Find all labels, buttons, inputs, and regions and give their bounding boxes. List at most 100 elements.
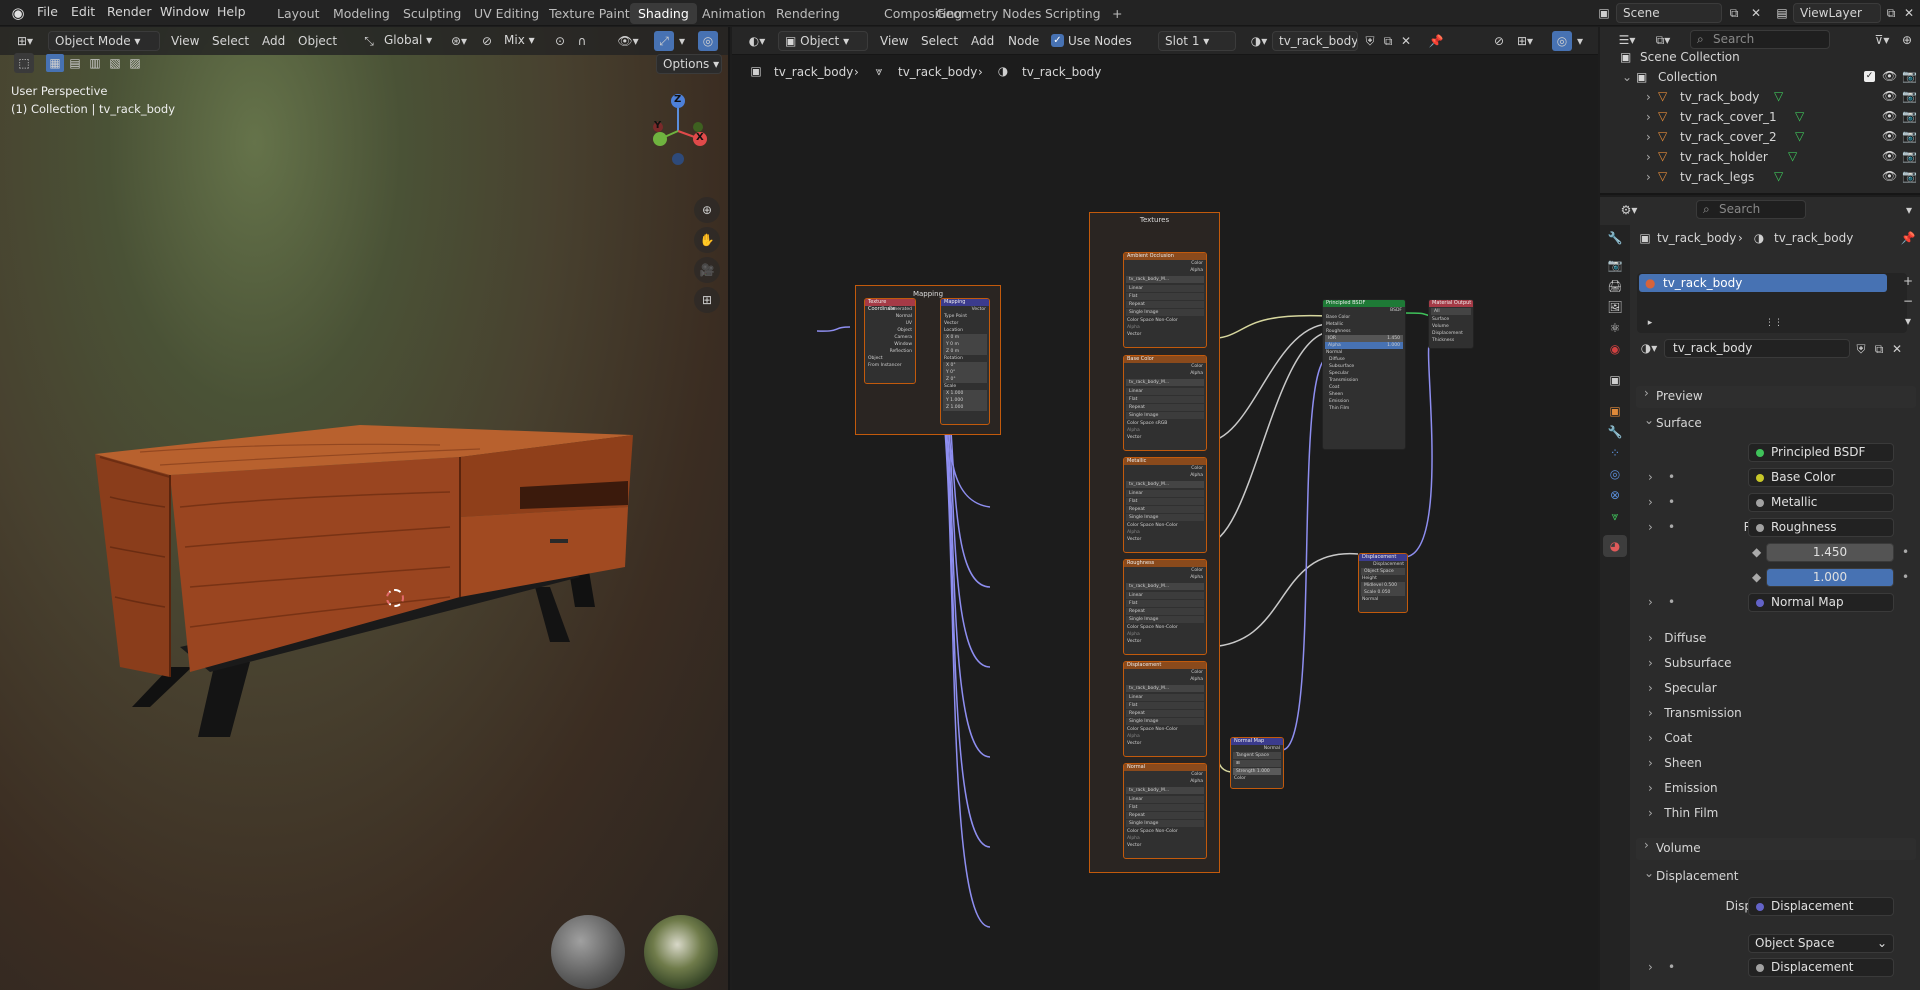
alpha-field[interactable]: 1.000	[1766, 568, 1894, 587]
surface-subpanel[interactable]: › Transmission	[1648, 706, 1908, 720]
tex-image-field[interactable]: tv_rack_body_M...	[1126, 379, 1204, 386]
texture-coordinate-node[interactable]: Texture Coordinate Generated Normal UV O…	[864, 298, 916, 384]
principled-bsdf-node[interactable]: Principled BSDF BSDF Base Color Metallic R…	[1322, 299, 1406, 450]
bsdf-input-row[interactable]: Sheen	[1323, 391, 1405, 398]
displacement-node[interactable]: Displacement Displacement Object Space H…	[1358, 553, 1408, 613]
object-visibility-icon[interactable]: 👁	[1882, 129, 1897, 143]
keyframe-dot-icon[interactable]: ◆	[1752, 545, 1761, 559]
snap-mode-select[interactable]: Mix ▾	[498, 31, 544, 51]
viewlayer-icon[interactable]: ▤	[1773, 4, 1791, 22]
tex-alpha-mode[interactable]: Alpha	[1124, 733, 1206, 740]
tex-colorspace[interactable]: Color Space Non-Color	[1124, 522, 1206, 529]
displacement-space[interactable]: Object Space	[1361, 568, 1405, 575]
tex-option[interactable]: Flat	[1126, 600, 1204, 607]
mapping-node[interactable]: Mapping Vector Type Point Vector Locatio…	[940, 298, 990, 425]
pivot-icon[interactable]: ⊛▾	[446, 32, 472, 50]
tex-alpha-mode[interactable]: Alpha	[1124, 427, 1206, 434]
tex-option[interactable]: Linear	[1126, 694, 1204, 701]
falloff-icon[interactable]: ∩	[573, 32, 591, 50]
new-viewlayer-icon[interactable]: ⧉	[1883, 4, 1899, 22]
select-extend-icon[interactable]: ▤	[66, 54, 84, 72]
scene-icon[interactable]: ▣	[1596, 4, 1612, 22]
delete-viewlayer-icon[interactable]: ✕	[1901, 4, 1917, 22]
tool-tab-icon[interactable]: 🔧	[1606, 229, 1624, 247]
bsdf-input-row[interactable]: Normal	[1323, 349, 1405, 356]
displacement-section[interactable]: ⌄ Displacement	[1636, 866, 1916, 888]
ior-field[interactable]: 1.450	[1766, 543, 1894, 562]
surface-section[interactable]: ⌄ Surface	[1636, 413, 1916, 435]
3d-viewport[interactable]: ⊞▾ Object Mode ▾ View Select Add Object …	[0, 27, 730, 990]
tab-shading[interactable]: Shading	[630, 3, 697, 24]
tex-option[interactable]: Linear	[1126, 592, 1204, 599]
constraints-tab-icon[interactable]: ⊗	[1606, 486, 1624, 504]
tex-colorspace[interactable]: Color Space Non-Color	[1124, 828, 1206, 835]
tex-option[interactable]: Linear	[1126, 388, 1204, 395]
normalmap-space[interactable]: Tangent Space	[1233, 752, 1281, 759]
mapping-loc-z[interactable]: Z 0 m	[943, 348, 987, 355]
delete-scene-icon[interactable]: ✕	[1747, 4, 1765, 22]
normal-map-node[interactable]: Normal Map Normal Tangent Space ⊞ Streng…	[1230, 737, 1284, 789]
menu-help[interactable]: Help	[217, 4, 246, 19]
object-render-icon[interactable]: 📷	[1902, 129, 1917, 143]
collection-render-icon[interactable]: 📷	[1902, 69, 1917, 83]
mapping-loc-y[interactable]: Y 0 m	[943, 341, 987, 348]
viewport-menu-view[interactable]: View	[171, 34, 199, 48]
material-duplicate-icon[interactable]: ⧉	[1871, 340, 1887, 358]
slot-add-icon[interactable]: +	[1900, 273, 1916, 289]
editor-type-icon[interactable]: ⊞▾	[10, 31, 40, 51]
tab-uv-editing[interactable]: UV Editing	[466, 3, 547, 24]
outliner-object-row[interactable]: › ▽ tv_rack_cover_1 ▽ 👁 📷	[1600, 107, 1920, 127]
transform-orientation-icon[interactable]: ⤡	[360, 32, 378, 50]
bsdf-input-row[interactable]: Metallic	[1323, 321, 1405, 328]
output-target[interactable]: All	[1431, 308, 1471, 315]
image-texture-node[interactable]: Displacement Color Alpha tv_rack_body_M... L…	[1123, 661, 1207, 757]
viewport-menu-object[interactable]: Object	[298, 34, 337, 48]
socket-expand-icon[interactable]: ›	[1648, 520, 1653, 534]
mapping-scl-x[interactable]: X 1.000	[943, 390, 987, 397]
mapping-rot-z[interactable]: Z 0°	[943, 376, 987, 383]
select-intersect-icon[interactable]: ▨	[126, 54, 144, 72]
object-visibility-icon[interactable]: 👁	[1882, 109, 1897, 123]
tex-option[interactable]: Single Image	[1126, 309, 1204, 316]
tab-geometry-nodes[interactable]: Geometry Nodes	[928, 3, 1049, 24]
tex-option[interactable]: Repeat	[1126, 301, 1204, 308]
tab-rendering[interactable]: Rendering	[768, 3, 848, 24]
object-render-icon[interactable]: 📷	[1902, 109, 1917, 123]
image-texture-node[interactable]: Metallic Color Alpha tv_rack_body_M... Linea…	[1123, 457, 1207, 553]
socket-expand-icon[interactable]: ›	[1648, 470, 1653, 484]
bsdf-input-row[interactable]: Emission	[1323, 398, 1405, 405]
tex-option[interactable]: Linear	[1126, 796, 1204, 803]
surface-link-field[interactable]: Roughness	[1748, 518, 1894, 537]
props-pin-icon[interactable]: 📌	[1900, 231, 1916, 245]
tex-option[interactable]: Repeat	[1126, 404, 1204, 411]
tab-texture-paint[interactable]: Texture Paint	[541, 3, 638, 24]
select-tool-icon[interactable]: ⬚	[14, 53, 34, 73]
mapping-loc-x[interactable]: X 0 m	[943, 334, 987, 341]
matcap-sphere[interactable]	[551, 915, 625, 989]
zoom-icon[interactable]: ⊕	[694, 197, 720, 223]
bsdf-input-row[interactable]: Coat	[1323, 384, 1405, 391]
surface-subpanel[interactable]: › Emission	[1648, 781, 1908, 795]
bsdf-input-row[interactable]: Specular	[1323, 370, 1405, 377]
displacement-midlevel[interactable]: Midlevel 0.500	[1361, 582, 1405, 589]
bsdf-input-row[interactable]: Base Color	[1323, 314, 1405, 321]
tab-layout[interactable]: Layout	[269, 3, 328, 24]
outliner-object-row[interactable]: › ▽ tv_rack_holder ▽ 👁 📷	[1600, 147, 1920, 167]
animate-dot-icon[interactable]: •	[1902, 570, 1909, 584]
properties-editor-icon[interactable]: ⚙▾	[1616, 201, 1642, 219]
tab-sculpting[interactable]: Sculpting	[395, 3, 469, 24]
collection-expand-icon[interactable]: ⌄	[1622, 70, 1632, 84]
surface-link-field[interactable]: Principled BSDF	[1748, 443, 1894, 462]
object-expand-icon[interactable]: ›	[1646, 90, 1651, 104]
surface-subpanel[interactable]: › Diffuse	[1648, 631, 1908, 645]
proportional-edit-icon[interactable]: ⊙	[551, 32, 569, 50]
mapping-scl-z[interactable]: Z 1.000	[943, 404, 987, 411]
slot-list-expand-icon[interactable]: ▸	[1644, 317, 1656, 329]
tex-option[interactable]: Flat	[1126, 804, 1204, 811]
hdri-sphere[interactable]	[644, 915, 718, 989]
object-visibility-icon[interactable]: 👁	[1882, 169, 1897, 183]
bsdf-input-row[interactable]: Subsurface	[1323, 363, 1405, 370]
object-visibility-icon[interactable]: 👁	[1882, 149, 1897, 163]
tex-colorspace[interactable]: Color Space Non-Color	[1124, 317, 1206, 324]
tab-animation[interactable]: Animation	[694, 3, 774, 24]
